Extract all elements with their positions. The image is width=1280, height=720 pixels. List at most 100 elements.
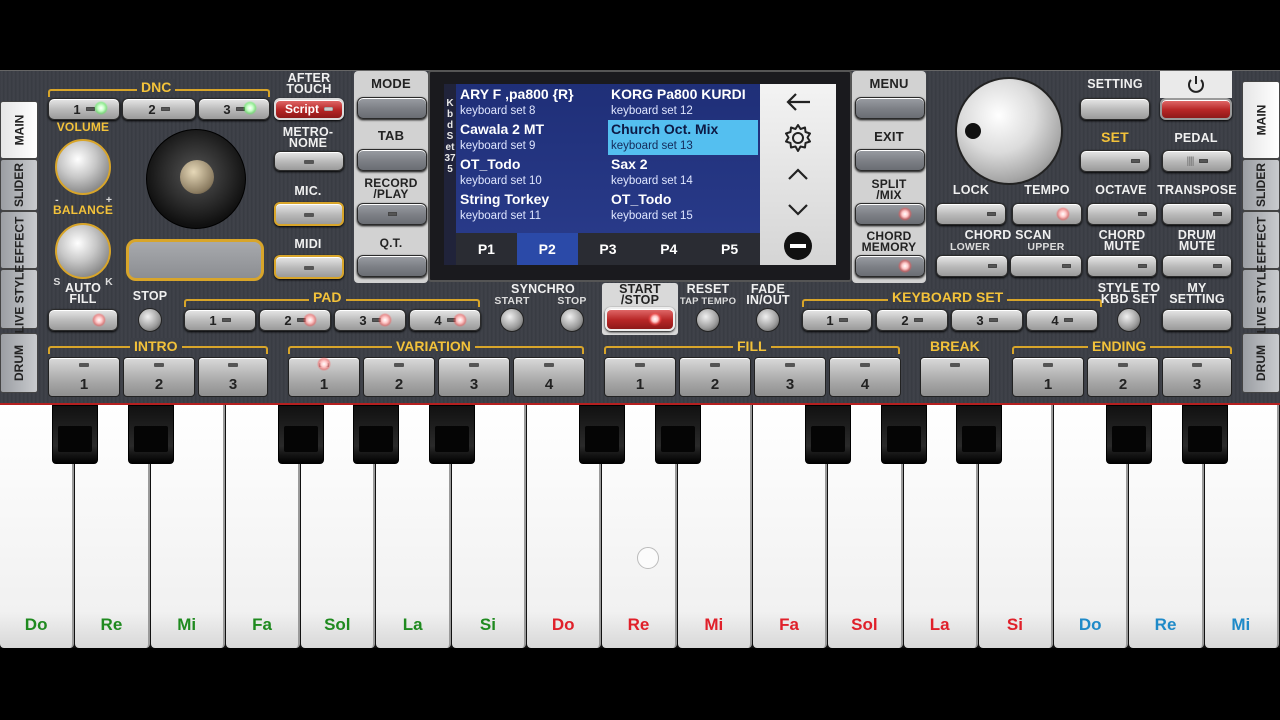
variation-button-1[interactable]: 1: [288, 357, 360, 397]
page-tab-p5[interactable]: P5: [699, 233, 760, 265]
black-key[interactable]: [353, 405, 400, 464]
metronome-button[interactable]: [274, 151, 344, 171]
break-button[interactable]: [920, 357, 990, 397]
black-key[interactable]: [1181, 405, 1228, 464]
kbd-set-slot-13[interactable]: Church Oct. Mix keyboard set 13: [608, 120, 758, 155]
side-tab-main-left[interactable]: MAIN: [0, 101, 38, 159]
octave-button[interactable]: [1087, 203, 1157, 225]
black-key[interactable]: [127, 405, 174, 464]
pad-button-1[interactable]: 1: [184, 309, 256, 331]
stop-knob[interactable]: [138, 308, 162, 332]
pad-button-4[interactable]: 4: [409, 309, 481, 331]
chevron-up-icon[interactable]: [760, 156, 836, 192]
ending-button-2[interactable]: 2: [1087, 357, 1159, 397]
start-stop-button[interactable]: [605, 307, 675, 331]
synchro-start-knob[interactable]: [500, 308, 524, 332]
pad-button-3[interactable]: 3: [334, 309, 406, 331]
menu-button[interactable]: [855, 97, 925, 119]
kbd-set-slot-8[interactable]: ARY F ,pa800 {R} keyboard set 8: [457, 85, 607, 120]
record-play-button[interactable]: [357, 203, 427, 225]
black-key[interactable]: [805, 405, 852, 464]
chevron-down-icon[interactable]: [760, 192, 836, 228]
fade-knob[interactable]: [756, 308, 780, 332]
jog-wheel[interactable]: [146, 129, 246, 229]
page-tab-p3[interactable]: P3: [578, 233, 639, 265]
dnc-button-2[interactable]: 2: [122, 98, 196, 120]
tab-button[interactable]: [357, 149, 427, 171]
exit-button[interactable]: [855, 149, 925, 171]
intro-button-1[interactable]: 1: [48, 357, 120, 397]
gear-icon[interactable]: [760, 120, 836, 156]
kbd-set-slot-14[interactable]: Sax 2 keyboard set 14: [608, 155, 758, 190]
power-button[interactable]: [1160, 98, 1232, 120]
back-arrow-icon[interactable]: [760, 84, 836, 120]
black-key[interactable]: [579, 405, 626, 464]
kbd-set-slot-15[interactable]: OT_Todo keyboard set 15: [608, 190, 758, 225]
side-tab-drum-right[interactable]: DRUM: [1242, 333, 1280, 393]
power-icon[interactable]: [1160, 71, 1232, 98]
black-key[interactable]: [52, 405, 99, 464]
black-key[interactable]: [428, 405, 475, 464]
setting-button[interactable]: [1080, 98, 1150, 120]
transpose-button[interactable]: [1162, 203, 1232, 225]
midi-button[interactable]: [274, 255, 344, 279]
kbd-set-slot-10[interactable]: OT_Todo keyboard set 10: [457, 155, 607, 190]
keyboard-set-button-1[interactable]: 1: [802, 309, 872, 331]
data-dial[interactable]: [955, 77, 1063, 185]
lcd-display-button[interactable]: [126, 239, 264, 281]
style-to-kbd-knob[interactable]: [1117, 308, 1141, 332]
dnc-button-1[interactable]: 1: [48, 98, 120, 120]
pedal-button[interactable]: ||||: [1162, 150, 1232, 172]
variation-button-2[interactable]: 2: [363, 357, 435, 397]
fill-button-2[interactable]: 2: [679, 357, 751, 397]
volume-knob[interactable]: [55, 139, 111, 195]
intro-button-2[interactable]: 2: [123, 357, 195, 397]
auto-fill-button[interactable]: [48, 309, 118, 331]
ending-button-1[interactable]: 1: [1012, 357, 1084, 397]
variation-button-4[interactable]: 4: [513, 357, 585, 397]
black-key[interactable]: [1106, 405, 1153, 464]
dnc-button-3[interactable]: 3: [198, 98, 270, 120]
reset-knob[interactable]: [696, 308, 720, 332]
keyboard-set-button-2[interactable]: 2: [876, 309, 948, 331]
synchro-stop-knob[interactable]: [560, 308, 584, 332]
page-tab-p1[interactable]: P1: [456, 233, 517, 265]
kbd-set-slot-12[interactable]: KORG Pa800 KURDI keyboard set 12: [608, 85, 758, 120]
side-tab-effect-left[interactable]: EFFECT: [0, 211, 38, 269]
black-key[interactable]: [654, 405, 701, 464]
kbd-set-slot-9[interactable]: Cawala 2 MT keyboard set 9: [457, 120, 607, 155]
keyboard-set-button-3[interactable]: 3: [951, 309, 1023, 331]
chord-memory-button[interactable]: [855, 255, 925, 277]
fill-button-4[interactable]: 4: [829, 357, 901, 397]
script-button[interactable]: Script: [274, 98, 344, 120]
side-tab-drum-left[interactable]: DRUM: [0, 333, 38, 393]
side-tab-effect-right[interactable]: EFFECT: [1242, 211, 1280, 269]
chord-scan-lower-button[interactable]: [936, 255, 1008, 277]
side-tab-main-right[interactable]: MAIN: [1242, 81, 1280, 159]
lock-button[interactable]: [936, 203, 1006, 225]
fill-button-1[interactable]: 1: [604, 357, 676, 397]
keyboard-set-button-4[interactable]: 4: [1026, 309, 1098, 331]
side-tab-slider-right[interactable]: SLIDER: [1242, 159, 1280, 211]
tempo-button[interactable]: [1012, 203, 1082, 225]
side-tab-live-style-left[interactable]: LIVE STYLE: [0, 265, 38, 333]
variation-button-3[interactable]: 3: [438, 357, 510, 397]
fill-button-3[interactable]: 3: [754, 357, 826, 397]
mic-button[interactable]: [274, 202, 344, 226]
set-button[interactable]: [1080, 150, 1150, 172]
balance-knob[interactable]: [55, 223, 111, 279]
minus-circle-icon[interactable]: [760, 228, 836, 264]
ending-button-3[interactable]: 3: [1162, 357, 1232, 397]
black-key[interactable]: [278, 405, 325, 464]
quick-tune-button[interactable]: [357, 255, 427, 277]
split-mix-button[interactable]: [855, 203, 925, 225]
pad-button-2[interactable]: 2: [259, 309, 331, 331]
mode-button[interactable]: [357, 97, 427, 119]
black-key[interactable]: [880, 405, 927, 464]
my-setting-button[interactable]: [1162, 309, 1232, 331]
black-key[interactable]: [955, 405, 1002, 464]
side-tab-live-style-right[interactable]: LIVE STYLE: [1242, 265, 1280, 333]
intro-button-3[interactable]: 3: [198, 357, 268, 397]
kbd-set-slot-11[interactable]: String Torkey keyboard set 11: [457, 190, 607, 225]
page-tab-p4[interactable]: P4: [638, 233, 699, 265]
